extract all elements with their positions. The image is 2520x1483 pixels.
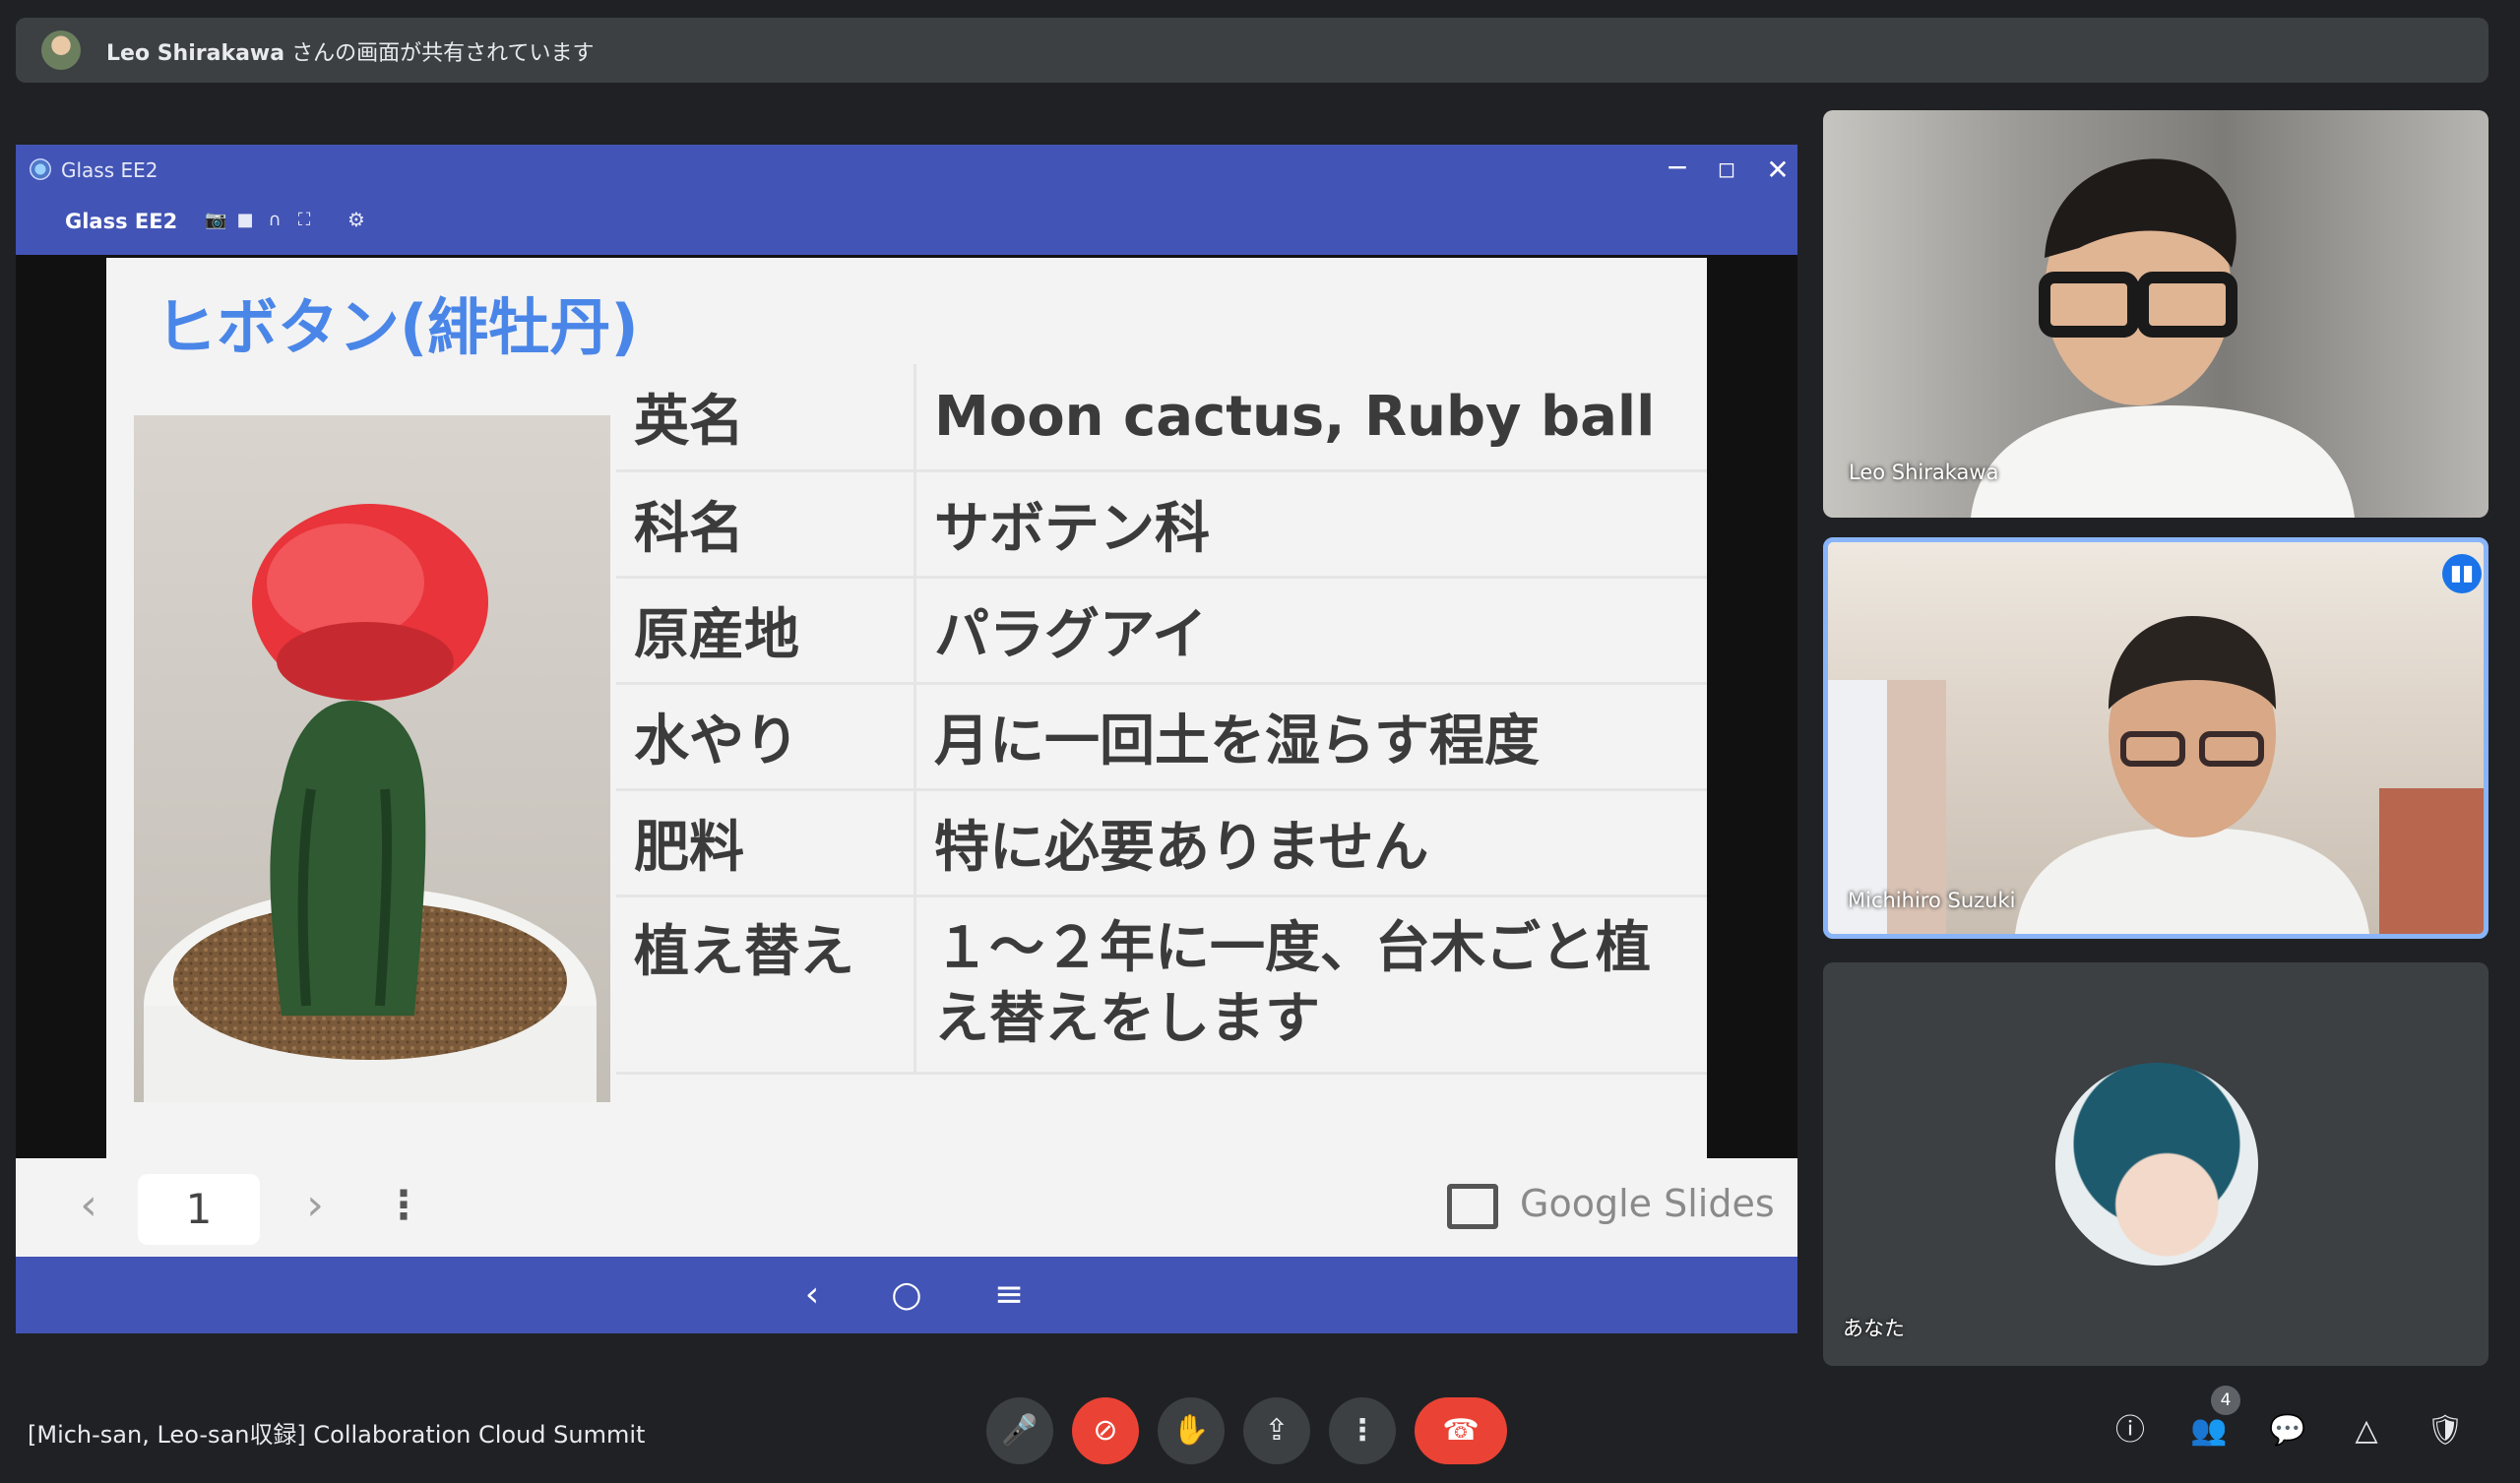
row-key: 水やり [616,683,916,791]
leave-call-button[interactable]: ☎ [1415,1397,1507,1464]
table-row: 英名 Moon cactus, Ruby ball [616,364,1707,472]
camera-icon[interactable]: 📷 [205,210,226,231]
host-controls-icon[interactable]: 🛡 [2422,1407,2469,1454]
settings-icon[interactable]: ⚙ [345,208,368,231]
presenter-name: Leo Shirakawa [106,41,285,66]
window-title: Glass EE2 [61,158,158,182]
speaking-indicator-icon: ▮▮ [2442,554,2482,593]
next-slide-button[interactable]: › [287,1178,343,1233]
presenting-message: さんの画面が共有されています [284,41,595,66]
row-key: 植え替え [616,896,916,1075]
raise-hand-button[interactable]: ✋ [1158,1397,1225,1464]
minimize-icon[interactable]: − [1660,153,1695,188]
row-key: 肥料 [616,789,916,897]
plant-info-table: 英名 Moon cactus, Ruby ball 科名 サボテン科 原産地 パラグア… [616,364,1707,1075]
michihiro-video-feed [1828,616,2484,934]
table-row: 植え替え １～２年に一度、台木ごと植え替えをします [616,896,1707,1075]
meeting-title: [Mich-san, Leo-san収録] Collaboration Clou… [28,1421,646,1449]
app-logo-icon [30,158,51,180]
people-count-badge: 4 [2211,1386,2240,1415]
table-row: 水やり 月に一回土を湿らす程度 [616,683,1707,791]
participant-tile-self[interactable]: あなた [1823,962,2488,1366]
fullscreen-icon[interactable]: ⛶ [293,210,315,231]
table-row: 肥料 特に必要ありません [616,789,1707,897]
presenting-text: Leo Shirakawa さんの画面が共有されています [106,35,594,67]
row-value: サボテン科 [914,470,1707,579]
headset-icon[interactable]: ∩ [264,210,285,231]
present-now-button[interactable]: ⇪ [1243,1397,1310,1464]
table-row: 科名 サボテン科 [616,470,1707,579]
window-titlebar: Glass EE2 − ◻ ✕ Glass EE2 📷 ■ ∩ ⛶ ⚙ [16,145,1797,255]
leo-video-feed [1971,158,2355,518]
google-slides-brand: Google Slides [1520,1182,1775,1225]
android-nav-bar: ‹ ○ ≡ [16,1257,1797,1333]
more-options-button[interactable]: ⋮ [1329,1397,1396,1464]
cactus-illustration [144,504,597,1102]
row-value: パラグアイ [914,577,1707,685]
camera-off-button[interactable]: ⊘ [1072,1397,1139,1464]
row-value: 特に必要ありません [914,789,1707,897]
table-row: 原産地 パラグアイ [616,577,1707,685]
slides-control-bar: ‹ 1 › ⋮ Google Slides [16,1158,1797,1257]
participant-name: Michihiro Suzuki [1848,889,2016,912]
row-value: Moon cactus, Ruby ball [914,364,1707,472]
self-avatar [2055,1063,2258,1266]
microphone-button[interactable]: 🎤 [986,1397,1053,1464]
previous-slide-button[interactable]: ‹ [61,1178,116,1233]
close-icon[interactable]: ✕ [1760,153,1796,188]
slide-title: ヒボタン(緋牡丹) [156,291,639,363]
chat-icon[interactable]: 💬 [2264,1407,2311,1454]
recent-apps-icon[interactable]: ≡ [984,1270,1034,1320]
google-slides-icon [1447,1184,1498,1229]
row-value: 月に一回土を湿らす程度 [914,683,1707,791]
cactus-photo [134,415,610,1102]
row-key: 英名 [616,364,916,472]
maximize-icon[interactable]: ◻ [1709,153,1744,188]
activities-icon[interactable]: △ [2343,1407,2390,1454]
participant-tile-michihiro[interactable]: ▮▮ Michihiro Suzuki [1823,537,2488,939]
row-value: １～２年に一度、台木ごと植え替えをします [914,896,1707,1075]
back-icon[interactable]: ‹ [788,1270,837,1320]
shared-screen: Glass EE2 − ◻ ✕ Glass EE2 📷 ■ ∩ ⛶ ⚙ ヒボタン… [16,145,1797,1333]
slide: ヒボタン(緋牡丹) 英名 Moon cactus, Ruby ball 科名 サ… [106,258,1707,1158]
page-number[interactable]: 1 [138,1174,260,1245]
info-icon[interactable]: ⓘ [2107,1407,2154,1454]
row-key: 原産地 [616,577,916,685]
home-icon[interactable]: ○ [882,1270,931,1320]
participant-name: Leo Shirakawa [1849,461,1999,484]
row-key: 科名 [616,470,916,579]
presenting-banner: Leo Shirakawa さんの画面が共有されています [16,18,2488,83]
participant-tile-leo[interactable]: Leo Shirakawa [1823,110,2488,518]
more-options-button[interactable]: ⋮ [384,1178,423,1233]
participant-name: あなた [1843,1317,1905,1340]
presenter-avatar [41,31,81,70]
device-name: Glass EE2 [65,210,178,233]
video-icon[interactable]: ■ [234,210,256,231]
